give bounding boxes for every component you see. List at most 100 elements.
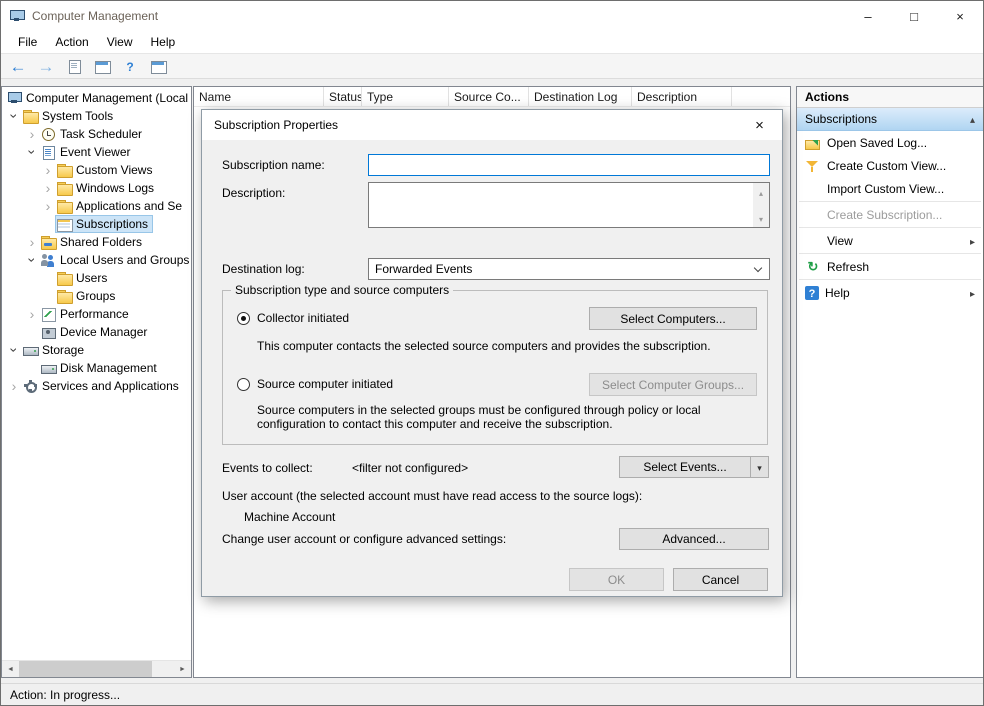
scroll-down-icon[interactable] xyxy=(759,211,763,225)
action-open-saved-log[interactable]: Open Saved Log... xyxy=(797,131,983,154)
submenu-arrow-icon xyxy=(970,234,975,248)
select-events-button[interactable]: Select Events... xyxy=(619,456,769,478)
minimize-button[interactable]: – xyxy=(845,1,891,31)
action-create-subscription[interactable]: Create Subscription... xyxy=(797,203,983,226)
combo-dropdown-icon[interactable] xyxy=(747,259,769,279)
column-header-name[interactable]: Name xyxy=(194,87,324,106)
scroll-up-icon[interactable] xyxy=(759,185,763,199)
expand-icon[interactable] xyxy=(40,161,56,180)
tree-item-computer-management[interactable]: Computer Management (Local xyxy=(2,89,191,107)
expand-icon[interactable] xyxy=(40,179,56,198)
dialog-close-button[interactable]: × xyxy=(737,110,782,140)
dialog-body: Subscription name: Description: Destinat… xyxy=(202,140,782,598)
maximize-button[interactable]: □ xyxy=(891,1,937,31)
console-window-icon xyxy=(95,60,110,73)
tree-item-storage[interactable]: Storage xyxy=(2,341,191,359)
description-input[interactable] xyxy=(369,183,753,227)
computer-icon xyxy=(7,92,22,105)
tree-item-disk-management[interactable]: Disk Management xyxy=(2,359,191,377)
select-computers-button[interactable]: Select Computers... xyxy=(589,307,757,330)
collector-initiated-radio[interactable]: Collector initiated xyxy=(237,311,349,325)
scrollbar-track[interactable] xyxy=(19,661,174,678)
scroll-left-button[interactable] xyxy=(2,661,19,678)
expand-icon[interactable] xyxy=(6,377,22,396)
ok-button[interactable]: OK xyxy=(569,568,664,591)
menu-file[interactable]: File xyxy=(9,32,46,53)
export-list-button[interactable] xyxy=(61,55,87,77)
description-scrollbar[interactable] xyxy=(753,183,769,227)
action-view[interactable]: View xyxy=(797,229,983,252)
column-header-source-computers[interactable]: Source Co... xyxy=(449,87,529,106)
radio-selected-icon xyxy=(237,312,250,325)
destination-log-select[interactable]: Forwarded Events xyxy=(368,258,770,280)
actions-group-subscriptions[interactable]: Subscriptions xyxy=(797,108,983,131)
tree-horizontal-scrollbar[interactable] xyxy=(2,660,191,677)
tree-item-performance[interactable]: Performance xyxy=(2,305,191,323)
title-bar[interactable]: Computer Management – □ × xyxy=(1,1,983,31)
collapse-icon[interactable] xyxy=(6,341,22,360)
column-header-type[interactable]: Type xyxy=(362,87,449,106)
source-computer-initiated-radio[interactable]: Source computer initiated xyxy=(237,377,393,391)
refresh-icon xyxy=(805,260,821,274)
folder-icon xyxy=(57,272,72,285)
action-help[interactable]: Help xyxy=(797,281,983,304)
tree-item-system-tools[interactable]: System Tools xyxy=(2,107,191,125)
dialog-title: Subscription Properties xyxy=(202,118,338,132)
toolbar xyxy=(1,53,983,79)
tree-item-services-and-applications[interactable]: Services and Applications xyxy=(2,377,191,395)
column-header-destination-log[interactable]: Destination Log xyxy=(529,87,632,106)
collapse-icon[interactable] xyxy=(24,251,40,270)
select-events-dropdown-arrow[interactable] xyxy=(750,457,768,477)
expand-icon[interactable] xyxy=(24,233,40,252)
help-button[interactable] xyxy=(117,55,143,77)
tree-item-event-viewer[interactable]: Event Viewer xyxy=(2,143,191,161)
collapse-icon[interactable] xyxy=(24,143,40,162)
events-to-collect-label: Events to collect: xyxy=(222,461,313,475)
events-filter-value: <filter not configured> xyxy=(352,461,468,475)
menu-help[interactable]: Help xyxy=(142,32,185,53)
select-computer-groups-button[interactable]: Select Computer Groups... xyxy=(589,373,757,396)
expand-icon[interactable] xyxy=(24,125,40,144)
tree-item-groups[interactable]: Groups xyxy=(2,287,191,305)
scroll-right-button[interactable] xyxy=(174,661,191,678)
back-button[interactable] xyxy=(5,55,31,77)
event-viewer-icon xyxy=(41,146,56,159)
scrollbar-thumb[interactable] xyxy=(19,661,152,678)
tree-item-windows-logs[interactable]: Windows Logs xyxy=(2,179,191,197)
tree-item-applications-services-logs[interactable]: Applications and Se xyxy=(2,197,191,215)
system-tools-folder-icon xyxy=(23,110,38,123)
services-gear-icon xyxy=(23,380,38,393)
action-refresh[interactable]: Refresh xyxy=(797,255,983,278)
column-header-status[interactable]: Status xyxy=(324,87,362,106)
user-account-value: Machine Account xyxy=(244,510,335,524)
tree-item-local-users-and-groups[interactable]: Local Users and Groups xyxy=(2,251,191,269)
column-header-description[interactable]: Description xyxy=(632,87,732,106)
action-import-custom-view[interactable]: Import Custom View... xyxy=(797,177,983,200)
menu-action[interactable]: Action xyxy=(46,32,97,53)
close-button[interactable]: × xyxy=(937,1,983,31)
menu-view[interactable]: View xyxy=(98,32,142,53)
tree-item-device-manager[interactable]: Device Manager xyxy=(2,323,191,341)
tree-item-custom-views[interactable]: Custom Views xyxy=(2,161,191,179)
forward-button[interactable] xyxy=(33,55,59,77)
tree-item-task-scheduler[interactable]: Task Scheduler xyxy=(2,125,191,143)
collapse-icon[interactable] xyxy=(6,107,22,126)
tree-item-users[interactable]: Users xyxy=(2,269,191,287)
show-console-tree-button[interactable] xyxy=(89,55,115,77)
cancel-button[interactable]: Cancel xyxy=(673,568,768,591)
properties-button[interactable] xyxy=(145,55,171,77)
advanced-button[interactable]: Advanced... xyxy=(619,528,769,550)
group-title: Subscription type and source computers xyxy=(231,283,453,297)
performance-icon xyxy=(41,308,56,321)
subscription-name-input[interactable] xyxy=(368,154,770,176)
collapse-group-icon[interactable] xyxy=(970,112,975,126)
expand-icon[interactable] xyxy=(40,197,56,216)
tree-item-subscriptions[interactable]: Subscriptions xyxy=(2,215,191,233)
separator xyxy=(799,253,981,254)
device-manager-icon xyxy=(41,326,56,339)
open-saved-log-icon xyxy=(805,136,821,150)
tree-item-shared-folders[interactable]: Shared Folders xyxy=(2,233,191,251)
dialog-title-bar[interactable]: Subscription Properties × xyxy=(202,110,782,140)
expand-icon[interactable] xyxy=(24,305,40,324)
action-create-custom-view[interactable]: Create Custom View... xyxy=(797,154,983,177)
